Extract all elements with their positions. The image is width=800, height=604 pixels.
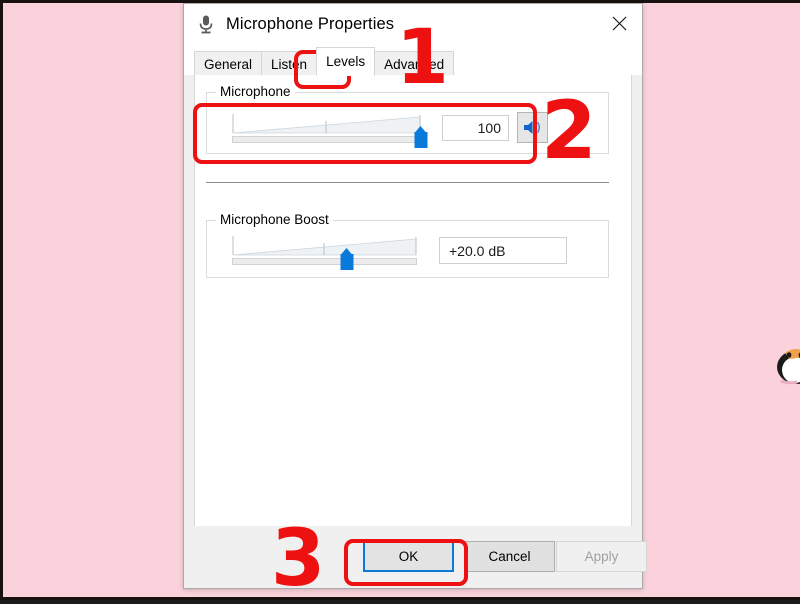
titlebar: Microphone Properties (184, 4, 642, 44)
tab-advanced[interactable]: Advanced (374, 51, 455, 76)
tab-levels[interactable]: Levels (316, 47, 376, 76)
penguin-mascot-icon (777, 349, 800, 385)
screenshot-canvas: Microphone Properties General Listen Lev… (0, 0, 800, 600)
close-button[interactable] (596, 4, 642, 42)
microphone-boost-value[interactable]: +20.0 dB (439, 237, 567, 264)
levels-tab-panel: Microphone 100 Microphone Boost +20.0 dB (194, 75, 632, 528)
slider-track (232, 258, 417, 265)
microphone-volume-value[interactable]: 100 (442, 115, 509, 141)
tab-general[interactable]: General (194, 51, 263, 76)
mute-toggle-button[interactable] (517, 112, 548, 143)
slider-track (232, 136, 421, 143)
microphone-group: Microphone 100 (206, 84, 609, 154)
ok-button[interactable]: OK (363, 541, 454, 572)
slider-thumb[interactable] (414, 126, 428, 148)
dialog-title: Microphone Properties (226, 14, 395, 33)
microphone-boost-group-label: Microphone Boost (216, 212, 333, 227)
slider-wedge-icon (232, 236, 417, 256)
dialog-footer: OK Cancel Apply (184, 526, 647, 588)
slider-wedge-icon (232, 114, 421, 134)
microphone-group-label: Microphone (216, 84, 295, 99)
slider-thumb[interactable] (340, 248, 354, 270)
tabstrip: General Listen Levels Advanced (184, 44, 642, 76)
microphone-boost-group: Microphone Boost +20.0 dB (206, 212, 609, 278)
cancel-button[interactable]: Cancel (464, 541, 555, 572)
speaker-icon (523, 121, 540, 134)
microphone-volume-slider[interactable] (232, 113, 428, 148)
microphone-properties-dialog: Microphone Properties General Listen Lev… (183, 3, 647, 589)
section-separator (206, 182, 609, 183)
microphone-boost-slider[interactable] (232, 235, 417, 270)
close-icon (612, 16, 626, 30)
microphone-icon (199, 15, 213, 34)
apply-button: Apply (556, 541, 647, 572)
tab-listen[interactable]: Listen (261, 51, 318, 76)
